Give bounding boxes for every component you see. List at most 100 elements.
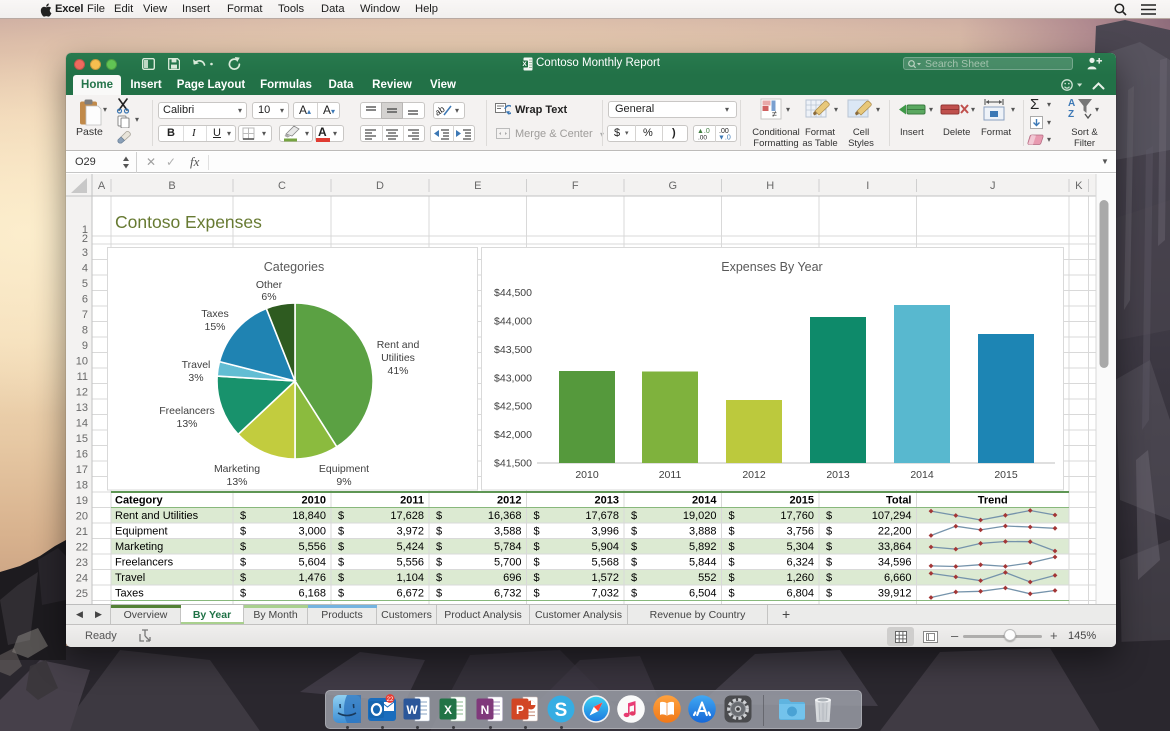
svg-text:25: 25 — [76, 588, 88, 600]
svg-text:Freelancers: Freelancers — [115, 556, 174, 568]
svg-text:17: 17 — [76, 464, 88, 476]
svg-text:$42,500: $42,500 — [494, 401, 532, 413]
svg-text:$41,500: $41,500 — [494, 458, 532, 470]
svg-text:$44,500: $44,500 — [494, 287, 532, 299]
svg-text:$: $ — [338, 556, 344, 568]
svg-text:6,672: 6,672 — [396, 587, 424, 599]
svg-text:$: $ — [631, 541, 637, 553]
svg-text:6,504: 6,504 — [689, 587, 717, 599]
svg-text:≠: ≠ — [772, 109, 777, 119]
svg-text:3,588: 3,588 — [494, 525, 522, 537]
svg-text:$: $ — [436, 556, 442, 568]
svg-text:20: 20 — [76, 510, 88, 522]
svg-text:16,368: 16,368 — [488, 510, 522, 522]
svg-text:$: $ — [729, 525, 735, 537]
svg-text:696: 696 — [503, 572, 521, 584]
svg-text:6,732: 6,732 — [494, 587, 522, 599]
svg-text:K: K — [1075, 180, 1083, 192]
svg-text:$: $ — [534, 587, 540, 599]
svg-text:2012: 2012 — [742, 469, 766, 481]
svg-text:22: 22 — [387, 697, 394, 703]
svg-text:5,844: 5,844 — [689, 556, 717, 568]
svg-text:$: $ — [631, 556, 637, 568]
svg-text:$: $ — [338, 541, 344, 553]
svg-text:A: A — [1068, 98, 1075, 109]
svg-text:$: $ — [436, 510, 442, 522]
svg-text:21: 21 — [76, 526, 88, 538]
svg-text:17,628: 17,628 — [390, 510, 424, 522]
svg-text:3,888: 3,888 — [689, 525, 717, 537]
svg-text:3,000: 3,000 — [298, 525, 326, 537]
svg-text:$: $ — [631, 572, 637, 584]
svg-text:▼.0: ▼.0 — [718, 135, 731, 142]
svg-text:N: N — [481, 703, 490, 717]
svg-text:$: $ — [534, 510, 540, 522]
svg-text:Z: Z — [1068, 109, 1074, 120]
svg-text:Category: Category — [115, 494, 164, 506]
svg-text:1,572: 1,572 — [591, 572, 619, 584]
svg-text:$: $ — [729, 587, 735, 599]
svg-text:$: $ — [436, 525, 442, 537]
svg-text:17,760: 17,760 — [780, 510, 814, 522]
svg-text:2012: 2012 — [497, 494, 521, 506]
svg-text:G: G — [668, 180, 677, 192]
svg-text:6%: 6% — [261, 291, 276, 303]
svg-text:$: $ — [534, 525, 540, 537]
svg-text:Contoso Expenses: Contoso Expenses — [115, 212, 262, 232]
svg-text:$: $ — [826, 556, 832, 568]
svg-text:Taxes: Taxes — [201, 308, 228, 320]
svg-text:12: 12 — [76, 386, 88, 398]
svg-text:X: X — [444, 703, 452, 717]
svg-text:39,912: 39,912 — [878, 587, 912, 599]
svg-text:E: E — [474, 180, 481, 192]
svg-text:$: $ — [826, 587, 832, 599]
svg-text:23: 23 — [76, 557, 88, 569]
svg-text:$43,000: $43,000 — [494, 372, 532, 384]
svg-text:Equipment: Equipment — [115, 525, 168, 537]
svg-text:$: $ — [436, 572, 442, 584]
svg-text:3,972: 3,972 — [396, 525, 424, 537]
svg-text:6,660: 6,660 — [884, 572, 912, 584]
svg-text:2011: 2011 — [400, 494, 424, 506]
svg-text:1,260: 1,260 — [786, 572, 814, 584]
svg-text:5,784: 5,784 — [494, 541, 522, 553]
svg-text:17,678: 17,678 — [585, 510, 619, 522]
svg-text:Utilities: Utilities — [381, 352, 415, 364]
svg-text:Taxes: Taxes — [115, 587, 144, 599]
svg-text:6,168: 6,168 — [298, 587, 326, 599]
svg-text:2013: 2013 — [826, 469, 850, 481]
svg-text:J: J — [990, 180, 996, 192]
svg-text:5,424: 5,424 — [396, 541, 424, 553]
svg-text:19: 19 — [76, 495, 88, 507]
svg-text:3,996: 3,996 — [591, 525, 619, 537]
svg-text:Categories: Categories — [264, 260, 324, 274]
svg-text:4: 4 — [82, 262, 88, 274]
svg-text:$: $ — [729, 510, 735, 522]
svg-text:S: S — [555, 700, 568, 721]
svg-text:9%: 9% — [336, 476, 351, 488]
svg-text:13%: 13% — [176, 418, 197, 430]
svg-text:13%: 13% — [226, 476, 247, 488]
svg-text:Total: Total — [886, 494, 911, 506]
svg-text:$: $ — [240, 541, 246, 553]
svg-text:$: $ — [534, 541, 540, 553]
svg-text:16: 16 — [76, 448, 88, 460]
svg-text:107,294: 107,294 — [872, 510, 912, 522]
svg-text:X: X — [522, 61, 527, 68]
svg-text:9: 9 — [82, 340, 88, 352]
svg-text:$: $ — [240, 587, 246, 599]
svg-text:3%: 3% — [188, 372, 203, 384]
svg-text:$: $ — [534, 556, 540, 568]
svg-text:$: $ — [729, 572, 735, 584]
svg-text:8: 8 — [82, 324, 88, 336]
svg-text:2: 2 — [82, 233, 88, 245]
svg-text:$: $ — [729, 541, 735, 553]
svg-text:2010: 2010 — [575, 469, 599, 481]
svg-text:W: W — [406, 703, 418, 717]
svg-text:5,556: 5,556 — [396, 556, 424, 568]
svg-text:Rent and Utilities: Rent and Utilities — [115, 510, 199, 522]
svg-text:2015: 2015 — [994, 469, 1018, 481]
svg-text:H: H — [766, 180, 774, 192]
svg-text:$: $ — [240, 572, 246, 584]
svg-text:A: A — [98, 180, 106, 192]
